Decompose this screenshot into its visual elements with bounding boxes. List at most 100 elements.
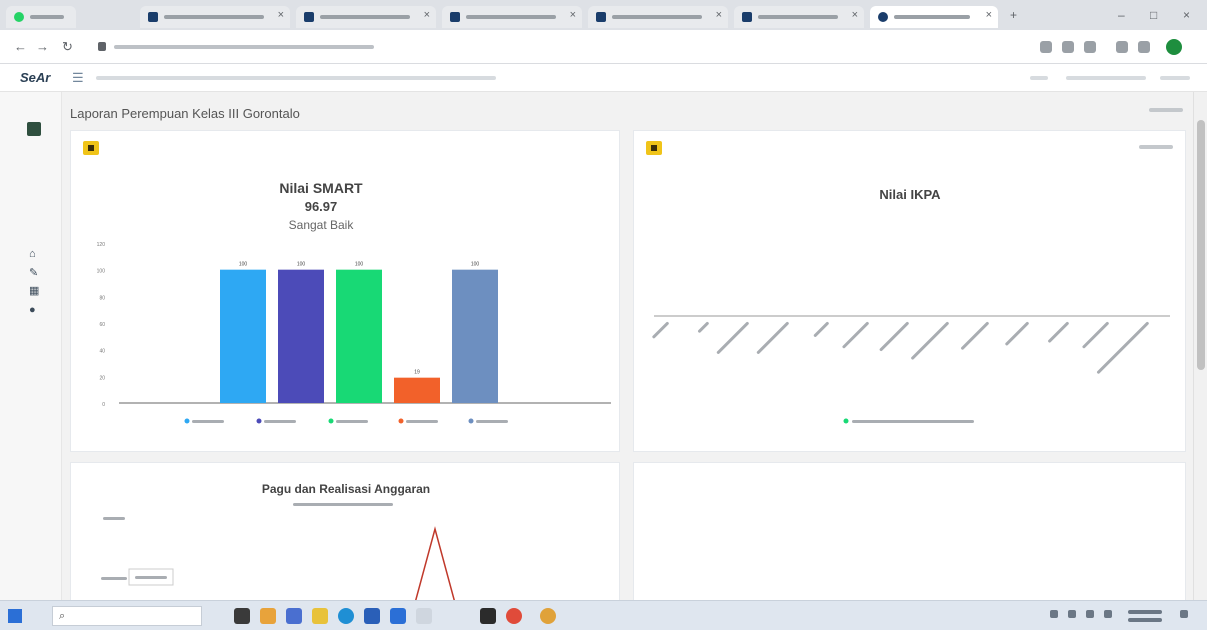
ikpa-bar-chart: Nilai IKPA (652, 187, 1170, 424)
profile-icon[interactable] (1166, 39, 1182, 55)
x-tick-label (1048, 321, 1069, 343)
x-tick-label (1082, 321, 1109, 349)
legend-swatch (328, 418, 334, 424)
tab-title (320, 15, 410, 19)
maximize-icon[interactable]: □ (1150, 8, 1157, 22)
bar-1 (220, 269, 266, 403)
extension-icon[interactable] (1062, 41, 1074, 53)
taskbar-app-icon[interactable] (390, 608, 406, 624)
header-link[interactable] (1030, 76, 1048, 80)
browser-tab-active[interactable]: × (870, 6, 998, 28)
search-icon: ⌕ (59, 610, 66, 622)
lock-icon (98, 42, 106, 51)
taskbar-app-icon[interactable] (540, 608, 556, 624)
sidebar: ⌂ ✎ ▦ ● (0, 92, 62, 600)
home-icon[interactable]: ⌂ (29, 248, 36, 260)
taskbar-app-icon[interactable] (260, 608, 276, 624)
notification-icon[interactable] (1180, 610, 1188, 618)
bar-value-label: 100 (355, 262, 364, 268)
y-tick-label: 40 (99, 349, 105, 355)
app-logo-icon (27, 122, 41, 136)
y-tick-label: 20 (99, 375, 105, 381)
close-icon[interactable]: × (986, 9, 992, 21)
minimize-icon[interactable]: – (1118, 8, 1125, 22)
tray-icon[interactable] (1086, 610, 1094, 618)
browser-tab[interactable]: × (140, 6, 290, 28)
tab-title (758, 15, 838, 19)
taskbar-search[interactable]: ⌕ (52, 606, 202, 626)
tab-favicon (148, 12, 158, 22)
y-tick-label: 60 (99, 322, 105, 328)
scrollbar-thumb[interactable] (1197, 120, 1205, 370)
y-tick-label: 80 (99, 295, 105, 301)
header-link[interactable] (1066, 76, 1146, 80)
back-icon[interactable]: ← (14, 39, 27, 54)
new-tab-icon[interactable]: + (1010, 8, 1017, 22)
taskbar-app-icon[interactable] (312, 608, 328, 624)
browser-tab[interactable] (6, 6, 76, 28)
taskbar-app-icon[interactable] (234, 608, 250, 624)
series-line (414, 526, 456, 603)
taskbar-clock (1128, 610, 1162, 614)
legend-label (852, 420, 974, 423)
chat-icon[interactable]: ● (29, 304, 36, 316)
bar-value-label: 100 (297, 262, 306, 268)
header-link[interactable] (1149, 108, 1183, 112)
url-field[interactable] (92, 38, 1017, 56)
forward-icon[interactable]: → (36, 39, 49, 54)
browser-tab[interactable]: × (296, 6, 436, 28)
tab-title (30, 15, 64, 19)
y-tick-label (101, 577, 127, 580)
taskbar-app-icon[interactable] (480, 608, 496, 624)
bar-value-label: 100 (471, 262, 480, 268)
logout-link[interactable] (1160, 76, 1190, 80)
tab-favicon (450, 12, 460, 22)
reload-icon[interactable]: ↻ (62, 39, 73, 55)
chart-subtitle (293, 503, 393, 506)
tray-icon[interactable] (1050, 610, 1058, 618)
browser-tab[interactable]: × (734, 6, 864, 28)
grid-icon[interactable]: ▦ (29, 284, 39, 297)
taskbar-app-icon[interactable] (286, 608, 302, 624)
os-taskbar: ⌕ (0, 600, 1207, 630)
tab-favicon (14, 12, 24, 22)
legend-label (406, 420, 438, 423)
x-tick-label (698, 321, 709, 333)
browser-address-bar: ← → ↻ (0, 30, 1207, 64)
extension-icon[interactable] (1040, 41, 1052, 53)
legend-label (476, 420, 508, 423)
page-scrollbar[interactable] (1193, 92, 1207, 600)
tray-icon[interactable] (1068, 610, 1076, 618)
close-icon[interactable]: × (278, 9, 284, 21)
extension-icon[interactable] (1138, 41, 1150, 53)
tray-icon[interactable] (1104, 610, 1112, 618)
x-tick-label (1097, 321, 1149, 374)
browser-tab[interactable]: × (588, 6, 728, 28)
y-tick-label: 100 (97, 269, 106, 275)
window-close-icon[interactable]: × (1183, 8, 1190, 22)
extension-icon[interactable] (1084, 41, 1096, 53)
legend-swatch (256, 418, 262, 424)
taskbar-app-icon[interactable] (364, 608, 380, 624)
y-tick-label: 120 (97, 242, 106, 248)
close-icon[interactable]: × (716, 9, 722, 21)
close-icon[interactable]: × (852, 9, 858, 21)
chart-score-label: Sangat Baik (289, 218, 355, 232)
browser-tab[interactable]: × (442, 6, 582, 28)
close-icon[interactable]: × (570, 9, 576, 21)
legend-swatch (843, 418, 849, 424)
panel-empty (633, 462, 1186, 602)
taskbar-app-icon[interactable] (338, 608, 354, 624)
x-tick-label (911, 321, 949, 360)
x-tick-label (842, 321, 869, 349)
extension-icon[interactable] (1116, 41, 1128, 53)
taskbar-app-icon[interactable] (416, 608, 432, 624)
edit-icon[interactable]: ✎ (29, 266, 38, 279)
y-tick-label (103, 517, 125, 520)
windows-start-icon[interactable] (8, 609, 22, 623)
taskbar-app-icon[interactable] (506, 608, 522, 624)
legend-swatch (184, 418, 190, 424)
close-icon[interactable]: × (424, 9, 430, 21)
chart-title: Nilai IKPA (879, 187, 941, 202)
menu-icon[interactable]: ☰ (72, 70, 84, 86)
